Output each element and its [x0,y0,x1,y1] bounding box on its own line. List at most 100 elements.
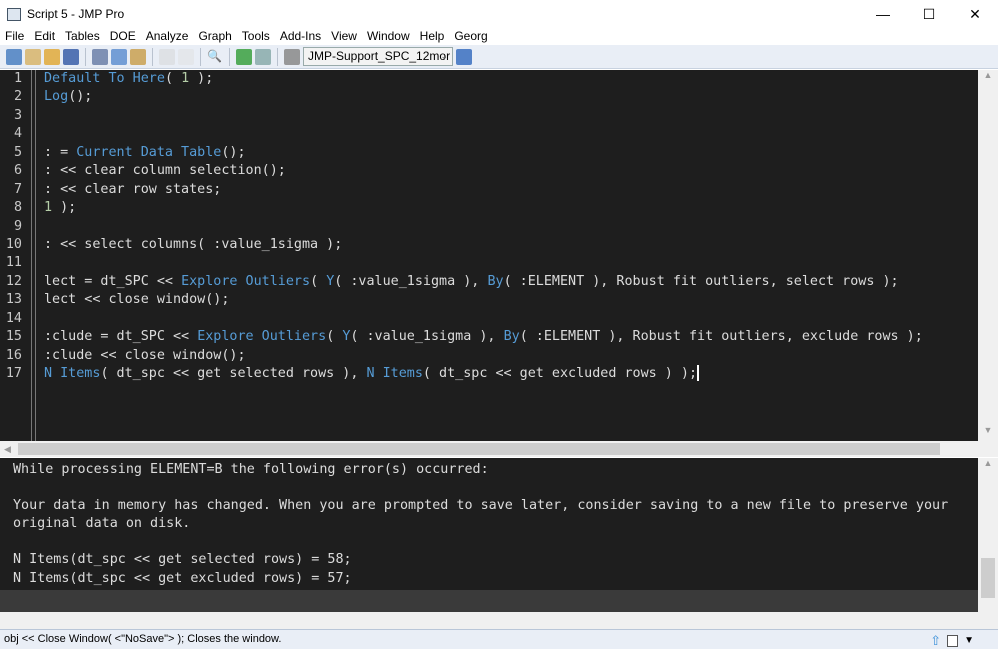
status-bar: obj << Close Window( <"NoSave"> ); Close… [0,629,998,649]
line-number: 8 [13,200,22,216]
code-line[interactable]: : << clear column selection(); [44,162,923,180]
code-keyword: Explore Outliers [197,329,327,345]
log-horizontal-scrollbar[interactable] [0,612,998,629]
code-keyword: N Items [366,366,423,381]
code-line[interactable]: Log(); [44,88,923,106]
menu-help[interactable]: Help [415,28,450,45]
tools-icon[interactable] [284,48,300,65]
line-number: 3 [13,107,22,123]
code-line[interactable]: Default To Here( 1 ); [44,70,923,88]
combo-value: JMP-Support_SPC_12mor [308,49,451,63]
code-line[interactable] [44,218,923,236]
line-number: 7 [13,181,22,197]
code-text: : << select columns( :value_1sigma ); [44,236,343,252]
scroll-down-icon[interactable]: ▼ [978,425,998,441]
log-line: original data on disk. [13,516,191,532]
code-line[interactable]: : << clear row states; [44,181,923,199]
menu-tools[interactable]: Tools [237,28,275,45]
toolbar-separator [85,47,86,66]
code-text: ( :ELEMENT ), Robust fit outliers, exclu… [519,329,923,345]
code-text: : = [44,144,77,160]
toolbar-separator [152,47,153,66]
format-icon[interactable] [159,48,175,65]
lock-icon[interactable] [178,48,194,65]
code-number: 1 [44,200,53,216]
code-line[interactable] [44,107,923,125]
log-output[interactable]: While processing ELEMENT=B the following… [0,458,978,612]
new-table-icon[interactable] [25,48,41,65]
line-number: 14 [5,310,22,326]
code-text: lect = dt_SPC << [44,273,182,289]
code-text: ); [52,200,77,216]
code-line[interactable]: N Items( dt_spc << get selected rows ), … [44,365,923,383]
code-keyword: Current Data Table [76,144,222,160]
dropdown-icon[interactable]: ▼ [964,631,974,650]
paste-icon[interactable] [130,48,146,65]
code-line[interactable]: 1 ); [44,199,923,217]
code-text: ( [326,329,343,345]
editor-horizontal-scrollbar[interactable]: ◀ [0,441,978,457]
close-button[interactable]: ✕ [952,0,998,28]
debug-icon[interactable] [255,48,271,65]
data-table-combo[interactable]: JMP-Support_SPC_12mor ⌄ [303,47,453,66]
menu-window[interactable]: Window [362,28,415,45]
scroll-up-icon[interactable]: ▲ [978,70,998,86]
code-text: ); [189,71,214,86]
toolbar-separator [277,47,278,66]
open-icon[interactable] [44,48,60,65]
code-area[interactable]: Default To Here( 1 ); Log();: = Current D… [44,70,923,383]
log-vertical-scrollbar[interactable]: ▲ [978,458,998,612]
window-icon[interactable] [947,634,959,647]
code-keyword: By [503,329,520,345]
minimize-button[interactable]: — [860,0,906,28]
menu-georg[interactable]: Georg [449,28,492,45]
window-list-icon[interactable] [456,48,472,65]
code-line[interactable]: :clude << close window(); [44,347,923,365]
menu-view[interactable]: View [326,28,362,45]
code-text: (); [221,144,246,160]
scroll-up-icon[interactable]: ▲ [978,458,998,474]
code-line[interactable] [44,125,923,143]
code-line[interactable] [44,254,923,272]
menu-analyze[interactable]: Analyze [141,28,194,45]
log-input-line[interactable] [0,590,978,612]
code-line[interactable]: lect = dt_SPC << Explore Outliers( Y( :v… [44,273,923,291]
scroll-thumb[interactable] [18,443,940,455]
editor-vertical-scrollbar[interactable]: ▲ ▼ [978,70,998,441]
menu-doe[interactable]: DOE [105,28,141,45]
menu-edit[interactable]: Edit [29,28,60,45]
menu-add-ins[interactable]: Add-Ins [275,28,326,45]
code-keyword: N Items [44,366,101,381]
menu-file[interactable]: File [0,28,29,45]
code-line[interactable]: lect << close window(); [44,291,923,309]
line-number: 2 [13,89,22,105]
line-number: 9 [13,218,22,234]
scroll-thumb[interactable] [981,558,995,598]
menu-graph[interactable]: Graph [193,28,236,45]
text-cursor [697,365,700,381]
code-line[interactable]: : = Current Data Table(); [44,144,923,162]
log-line: While processing ELEMENT=B the following… [13,462,489,477]
new-script-icon[interactable] [6,48,22,65]
script-editor[interactable]: 1 2 3 4 5 6 7 8 9 10 11 12 13 14 15 16 17 Default To Her… [0,70,978,441]
search-icon[interactable]: 🔍 [207,49,223,65]
maximize-button[interactable]: ☐ [906,0,952,28]
code-line[interactable] [44,310,923,328]
log-line: N Items(dt_spc << get selected rows) = 5… [13,552,352,568]
run-script-icon[interactable] [236,48,252,65]
cut-icon[interactable] [92,48,108,65]
home-icon[interactable]: ⇧ [930,631,941,650]
menu-tables[interactable]: Tables [60,28,105,45]
scroll-left-icon[interactable]: ◀ [0,444,11,455]
line-number-gutter: 1 2 3 4 5 6 7 8 9 10 11 12 13 14 15 16 17 [0,70,28,441]
code-keyword: Log [44,89,69,105]
log-line: Your data in memory has changed. When yo… [13,498,949,514]
line-number: 1 [13,71,22,86]
menu-bar: File Edit Tables DOE Analyze Graph Tools Add-In… [0,28,998,45]
code-line[interactable]: : << select columns( :value_1sigma ); [44,236,923,254]
save-icon[interactable] [63,48,79,65]
code-text: :clude << close window(); [44,347,246,363]
code-text: : << clear column selection(); [44,163,286,179]
copy-icon[interactable] [111,48,127,65]
code-line[interactable]: :clude = dt_SPC << Explore Outliers( Y( … [44,328,923,346]
